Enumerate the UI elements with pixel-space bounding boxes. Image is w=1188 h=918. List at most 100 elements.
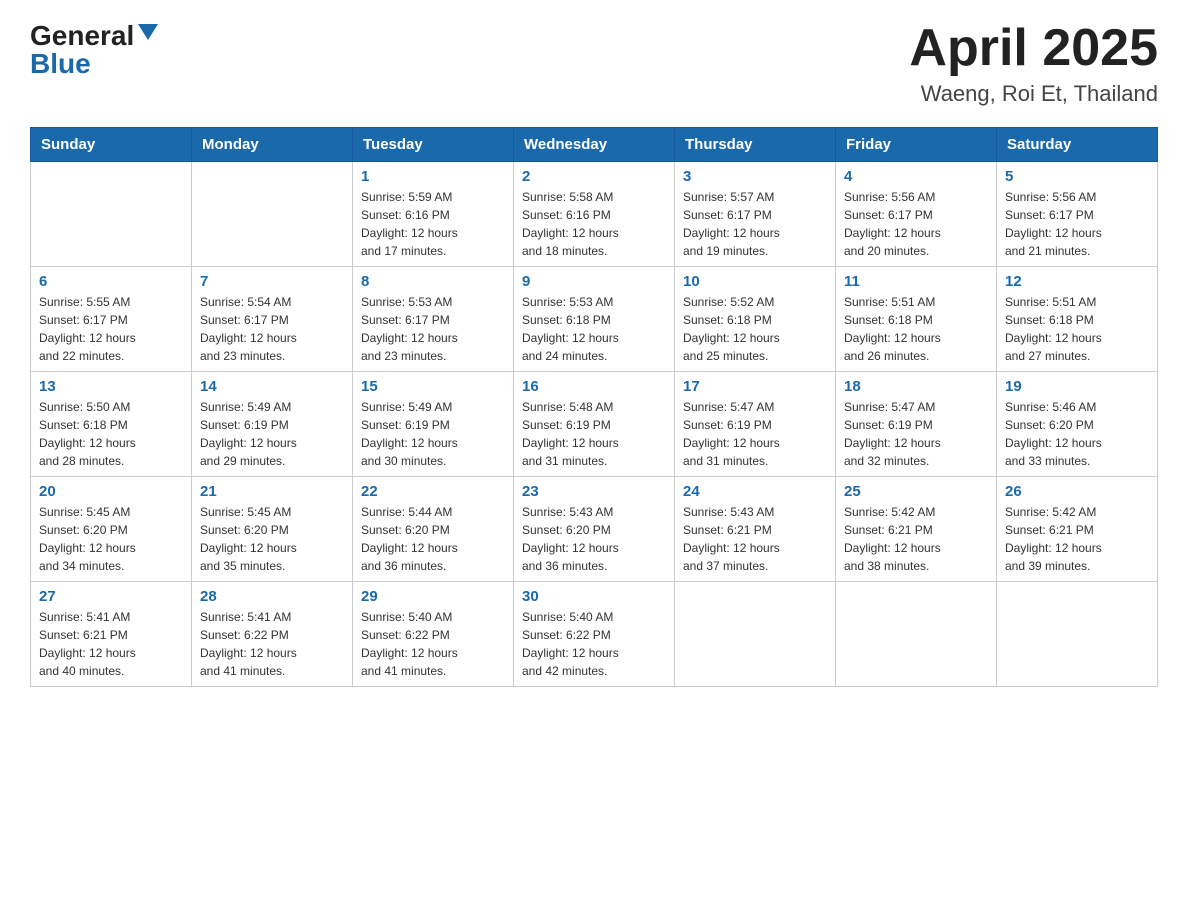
- calendar-cell: [675, 582, 836, 687]
- day-number: 23: [522, 483, 666, 500]
- day-number: 5: [1005, 168, 1149, 185]
- calendar-cell: 6 Sunrise: 5:55 AMSunset: 6:17 PMDaylight…: [31, 267, 192, 372]
- calendar-cell: 17 Sunrise: 5:47 AMSunset: 6:19 PMDayligh…: [675, 372, 836, 477]
- calendar-cell: 11 Sunrise: 5:51 AMSunset: 6:18 PMDayligh…: [836, 267, 997, 372]
- day-info: Sunrise: 5:44 AMSunset: 6:20 PMDaylight:…: [361, 503, 505, 575]
- calendar-cell: 13 Sunrise: 5:50 AMSunset: 6:18 PMDayligh…: [31, 372, 192, 477]
- day-number: 13: [39, 378, 183, 395]
- logo-triangle-icon: [138, 24, 158, 40]
- day-info: Sunrise: 5:45 AMSunset: 6:20 PMDaylight:…: [39, 503, 183, 575]
- calendar-cell: 1 Sunrise: 5:59 AMSunset: 6:16 PMDaylight…: [353, 162, 514, 267]
- month-title: April 2025: [909, 20, 1158, 77]
- day-number: 1: [361, 168, 505, 185]
- calendar-cell: 29Sunrise: 5:40 AMSunset: 6:22 PMDayligh…: [353, 582, 514, 687]
- day-info: Sunrise: 5:56 AMSunset: 6:17 PMDaylight:…: [1005, 188, 1149, 260]
- day-info: Sunrise: 5:55 AMSunset: 6:17 PMDaylight:…: [39, 293, 183, 365]
- logo-blue: Blue: [30, 48, 91, 80]
- calendar-cell: 27Sunrise: 5:41 AMSunset: 6:21 PMDayligh…: [31, 582, 192, 687]
- day-info: Sunrise: 5:56 AMSunset: 6:17 PMDaylight:…: [844, 188, 988, 260]
- calendar-cell: [31, 162, 192, 267]
- day-info: Sunrise: 5:46 AMSunset: 6:20 PMDaylight:…: [1005, 398, 1149, 470]
- calendar-cell: 3 Sunrise: 5:57 AMSunset: 6:17 PMDaylight…: [675, 162, 836, 267]
- day-info: Sunrise: 5:45 AMSunset: 6:20 PMDaylight:…: [200, 503, 344, 575]
- day-info: Sunrise: 5:40 AMSunset: 6:22 PMDaylight:…: [522, 608, 666, 680]
- day-number: 19: [1005, 378, 1149, 395]
- day-number: 15: [361, 378, 505, 395]
- day-number: 8: [361, 273, 505, 290]
- calendar-table: SundayMondayTuesdayWednesdayThursdayFrid…: [30, 127, 1158, 687]
- day-number: 3: [683, 168, 827, 185]
- day-info: Sunrise: 5:42 AMSunset: 6:21 PMDaylight:…: [844, 503, 988, 575]
- calendar-cell: 23 Sunrise: 5:43 AMSunset: 6:20 PMDayligh…: [514, 477, 675, 582]
- calendar-cell: 14 Sunrise: 5:49 AMSunset: 6:19 PMDayligh…: [192, 372, 353, 477]
- calendar-day-header: Monday: [192, 128, 353, 162]
- day-info: Sunrise: 5:43 AMSunset: 6:20 PMDaylight:…: [522, 503, 666, 575]
- calendar-cell: 24Sunrise: 5:43 AMSunset: 6:21 PMDayligh…: [675, 477, 836, 582]
- day-number: 6: [39, 273, 183, 290]
- day-info: Sunrise: 5:52 AMSunset: 6:18 PMDaylight:…: [683, 293, 827, 365]
- calendar-day-header: Saturday: [997, 128, 1158, 162]
- calendar-cell: 20 Sunrise: 5:45 AMSunset: 6:20 PMDayligh…: [31, 477, 192, 582]
- day-info: Sunrise: 5:54 AMSunset: 6:17 PMDaylight:…: [200, 293, 344, 365]
- calendar-day-header: Friday: [836, 128, 997, 162]
- day-info: Sunrise: 5:49 AMSunset: 6:19 PMDaylight:…: [361, 398, 505, 470]
- day-number: 10: [683, 273, 827, 290]
- calendar-week-row: 13 Sunrise: 5:50 AMSunset: 6:18 PMDayligh…: [31, 372, 1158, 477]
- day-number: 30: [522, 588, 666, 605]
- day-info: Sunrise: 5:41 AMSunset: 6:22 PMDaylight:…: [200, 608, 344, 680]
- calendar-cell: 15 Sunrise: 5:49 AMSunset: 6:19 PMDayligh…: [353, 372, 514, 477]
- calendar-day-header: Sunday: [31, 128, 192, 162]
- calendar-header-row: SundayMondayTuesdayWednesdayThursdayFrid…: [31, 128, 1158, 162]
- day-number: 9: [522, 273, 666, 290]
- calendar-day-header: Thursday: [675, 128, 836, 162]
- calendar-cell: 8Sunrise: 5:53 AMSunset: 6:17 PMDaylight…: [353, 267, 514, 372]
- day-info: Sunrise: 5:51 AMSunset: 6:18 PMDaylight:…: [844, 293, 988, 365]
- calendar-day-header: Tuesday: [353, 128, 514, 162]
- day-info: Sunrise: 5:47 AMSunset: 6:19 PMDaylight:…: [683, 398, 827, 470]
- day-info: Sunrise: 5:58 AMSunset: 6:16 PMDaylight:…: [522, 188, 666, 260]
- day-info: Sunrise: 5:50 AMSunset: 6:18 PMDaylight:…: [39, 398, 183, 470]
- calendar-cell: 5 Sunrise: 5:56 AMSunset: 6:17 PMDaylight…: [997, 162, 1158, 267]
- day-number: 7: [200, 273, 344, 290]
- day-number: 25: [844, 483, 988, 500]
- day-number: 16: [522, 378, 666, 395]
- day-number: 21: [200, 483, 344, 500]
- day-info: Sunrise: 5:48 AMSunset: 6:19 PMDaylight:…: [522, 398, 666, 470]
- logo: General Blue: [30, 20, 158, 80]
- calendar-cell: [836, 582, 997, 687]
- calendar-cell: 9 Sunrise: 5:53 AMSunset: 6:18 PMDaylight…: [514, 267, 675, 372]
- day-info: Sunrise: 5:42 AMSunset: 6:21 PMDaylight:…: [1005, 503, 1149, 575]
- day-number: 29: [361, 588, 505, 605]
- calendar-cell: [997, 582, 1158, 687]
- day-info: Sunrise: 5:53 AMSunset: 6:18 PMDaylight:…: [522, 293, 666, 365]
- calendar-day-header: Wednesday: [514, 128, 675, 162]
- day-info: Sunrise: 5:49 AMSunset: 6:19 PMDaylight:…: [200, 398, 344, 470]
- calendar-cell: 19 Sunrise: 5:46 AMSunset: 6:20 PMDayligh…: [997, 372, 1158, 477]
- calendar-cell: 30 Sunrise: 5:40 AMSunset: 6:22 PMDayligh…: [514, 582, 675, 687]
- calendar-cell: 7 Sunrise: 5:54 AMSunset: 6:17 PMDaylight…: [192, 267, 353, 372]
- day-number: 18: [844, 378, 988, 395]
- calendar-cell: 18Sunrise: 5:47 AMSunset: 6:19 PMDayligh…: [836, 372, 997, 477]
- day-info: Sunrise: 5:59 AMSunset: 6:16 PMDaylight:…: [361, 188, 505, 260]
- day-number: 17: [683, 378, 827, 395]
- day-info: Sunrise: 5:57 AMSunset: 6:17 PMDaylight:…: [683, 188, 827, 260]
- calendar-cell: 28Sunrise: 5:41 AMSunset: 6:22 PMDayligh…: [192, 582, 353, 687]
- day-number: 22: [361, 483, 505, 500]
- location-subtitle: Waeng, Roi Et, Thailand: [909, 81, 1158, 107]
- day-number: 24: [683, 483, 827, 500]
- calendar-cell: 16 Sunrise: 5:48 AMSunset: 6:19 PMDayligh…: [514, 372, 675, 477]
- calendar-cell: 22 Sunrise: 5:44 AMSunset: 6:20 PMDayligh…: [353, 477, 514, 582]
- day-info: Sunrise: 5:41 AMSunset: 6:21 PMDaylight:…: [39, 608, 183, 680]
- day-number: 14: [200, 378, 344, 395]
- day-number: 20: [39, 483, 183, 500]
- calendar-cell: [192, 162, 353, 267]
- calendar-cell: 25 Sunrise: 5:42 AMSunset: 6:21 PMDayligh…: [836, 477, 997, 582]
- day-info: Sunrise: 5:51 AMSunset: 6:18 PMDaylight:…: [1005, 293, 1149, 365]
- day-number: 2: [522, 168, 666, 185]
- calendar-week-row: 6 Sunrise: 5:55 AMSunset: 6:17 PMDaylight…: [31, 267, 1158, 372]
- calendar-cell: 10 Sunrise: 5:52 AMSunset: 6:18 PMDayligh…: [675, 267, 836, 372]
- day-number: 26: [1005, 483, 1149, 500]
- calendar-cell: 2 Sunrise: 5:58 AMSunset: 6:16 PMDaylight…: [514, 162, 675, 267]
- day-number: 11: [844, 273, 988, 290]
- calendar-week-row: 20 Sunrise: 5:45 AMSunset: 6:20 PMDayligh…: [31, 477, 1158, 582]
